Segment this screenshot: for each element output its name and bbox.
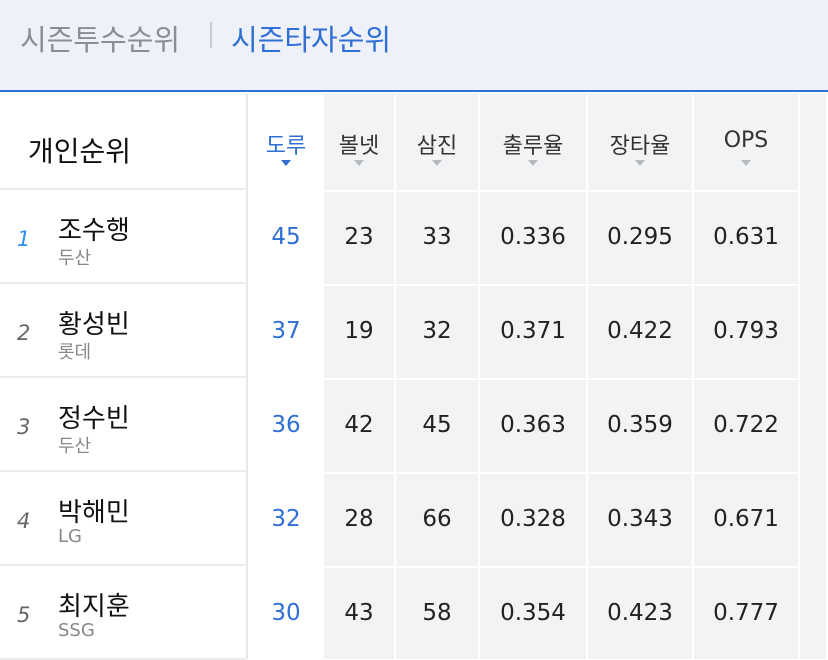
stat-cell: 0.671 bbox=[694, 472, 798, 566]
player-name[interactable]: 최지훈 bbox=[58, 586, 130, 623]
tab-bar: 시즌투수순위 시즌타자순위 bbox=[0, 0, 828, 92]
player-rank: 4 bbox=[17, 509, 31, 533]
stat-cell: 23 bbox=[324, 190, 394, 284]
player-name[interactable]: 황성빈 bbox=[58, 304, 130, 341]
stat-cell: 33 bbox=[396, 190, 478, 284]
stat-cell: 0.336 bbox=[480, 190, 586, 284]
player-row[interactable]: 1 조수행 두산 bbox=[0, 190, 246, 284]
stat-column-ops: OPS 0.631 0.793 0.722 0.671 0.777 bbox=[694, 94, 800, 659]
stat-cell: 0.631 bbox=[694, 190, 798, 284]
column-header-label: 장타율 bbox=[609, 134, 671, 159]
sort-arrow-icon bbox=[741, 160, 751, 166]
player-list-title: 개인순위 bbox=[28, 135, 132, 168]
stat-cell: 32 bbox=[250, 472, 322, 566]
stat-cell: 45 bbox=[250, 190, 322, 284]
column-header-obp[interactable]: 출루율 bbox=[480, 94, 586, 190]
column-header-strikeouts[interactable]: 삼진 bbox=[396, 94, 478, 190]
player-team: LG bbox=[58, 526, 82, 547]
stat-cell: 28 bbox=[324, 472, 394, 566]
player-rank: 2 bbox=[17, 321, 31, 345]
stat-cell: 0.371 bbox=[480, 284, 586, 378]
stat-cell: 0.328 bbox=[480, 472, 586, 566]
stat-cell: 43 bbox=[324, 566, 394, 659]
stat-cell: 42 bbox=[324, 378, 394, 472]
player-name[interactable]: 정수빈 bbox=[58, 398, 130, 435]
player-row[interactable]: 4 박해민 LG bbox=[0, 472, 246, 566]
stat-cell: 0.777 bbox=[694, 566, 798, 659]
stat-cell: 36 bbox=[250, 378, 322, 472]
player-team: SSG bbox=[58, 620, 95, 641]
stat-column-steals: 도루 45 37 36 32 30 bbox=[250, 94, 324, 659]
stat-column-strikeouts: 삼진 33 32 45 66 58 bbox=[396, 94, 480, 659]
stat-cell: 0.354 bbox=[480, 566, 586, 659]
stat-column-overflow bbox=[800, 94, 828, 659]
player-row[interactable]: 3 정수빈 두산 bbox=[0, 378, 246, 472]
sort-arrow-icon bbox=[528, 160, 538, 166]
player-row[interactable]: 2 황성빈 롯데 bbox=[0, 284, 246, 378]
stat-cell: 0.793 bbox=[694, 284, 798, 378]
column-header-label: 볼넷 bbox=[338, 134, 380, 159]
stat-cell: 0.423 bbox=[588, 566, 692, 659]
tab-season-batter-ranking[interactable]: 시즌타자순위 bbox=[231, 22, 391, 58]
tab-season-pitcher-ranking[interactable]: 시즌투수순위 bbox=[20, 22, 180, 58]
player-list-header: 개인순위 bbox=[0, 94, 246, 190]
stat-column-slg: 장타율 0.295 0.422 0.359 0.343 0.423 bbox=[588, 94, 694, 659]
player-team: 두산 bbox=[58, 248, 92, 269]
player-rank: 5 bbox=[17, 603, 31, 627]
column-header-slg[interactable]: 장타율 bbox=[588, 94, 692, 190]
stat-cell: 45 bbox=[396, 378, 478, 472]
column-header-label: 출루율 bbox=[502, 134, 564, 159]
stat-cell: 66 bbox=[396, 472, 478, 566]
sort-arrow-icon bbox=[281, 160, 291, 166]
stat-column-obp: 출루율 0.336 0.371 0.363 0.328 0.354 bbox=[480, 94, 588, 659]
player-list-panel: 개인순위 1 조수행 두산 2 황성빈 롯데 3 정수빈 두산 4 박해민 LG… bbox=[0, 94, 248, 660]
player-row[interactable]: 5 최지훈 SSG bbox=[0, 566, 246, 660]
column-header-label: OPS bbox=[723, 128, 769, 153]
stat-cell: 30 bbox=[250, 566, 322, 659]
sort-arrow-icon bbox=[635, 160, 645, 166]
stat-cell: 0.295 bbox=[588, 190, 692, 284]
column-header-steals[interactable]: 도루 bbox=[250, 94, 322, 190]
stat-cell: 37 bbox=[250, 284, 322, 378]
stat-cell: 0.422 bbox=[588, 284, 692, 378]
sort-arrow-icon bbox=[354, 160, 364, 166]
player-name[interactable]: 조수행 bbox=[58, 210, 130, 247]
player-team: 롯데 bbox=[58, 342, 92, 363]
stat-cell: 19 bbox=[324, 284, 394, 378]
stat-cell: 32 bbox=[396, 284, 478, 378]
column-header-ops[interactable]: OPS bbox=[694, 94, 798, 190]
stat-cell: 58 bbox=[396, 566, 478, 659]
stat-cell: 0.359 bbox=[588, 378, 692, 472]
stat-cell: 0.363 bbox=[480, 378, 586, 472]
tab-divider bbox=[210, 22, 212, 48]
player-rank: 3 bbox=[17, 415, 31, 439]
column-header-walks[interactable]: 볼넷 bbox=[324, 94, 394, 190]
stat-cell: 0.343 bbox=[588, 472, 692, 566]
stat-cell: 0.722 bbox=[694, 378, 798, 472]
player-name[interactable]: 박해민 bbox=[58, 492, 130, 529]
stats-table: 도루 45 37 36 32 30 볼넷 23 19 42 28 43 삼진 3… bbox=[250, 94, 828, 659]
sort-arrow-icon bbox=[432, 160, 442, 166]
player-team: 두산 bbox=[58, 436, 92, 457]
player-rank: 1 bbox=[17, 227, 31, 251]
stat-column-walks: 볼넷 23 19 42 28 43 bbox=[324, 94, 396, 659]
column-header-label: 도루 bbox=[265, 134, 307, 159]
column-header-label: 삼진 bbox=[416, 134, 458, 159]
